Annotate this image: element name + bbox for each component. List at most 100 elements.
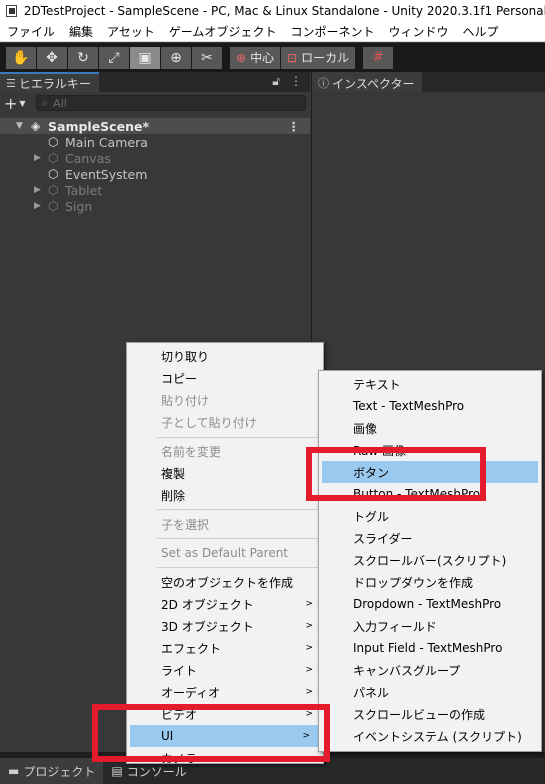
chevron-right-icon: > <box>305 621 313 631</box>
submenu-item-scrollbar[interactable]: スクロールバー(スクリプト) <box>319 549 541 571</box>
scale-tool-icon[interactable]: ⤢ <box>99 46 129 69</box>
submenu-item-text[interactable]: テキスト <box>319 373 541 395</box>
submenu-item-label: スクロールバー(スクリプト) <box>353 553 507 568</box>
submenu-item-panel[interactable]: パネル <box>319 681 541 703</box>
space-label: ローカル <box>301 51 350 65</box>
menu-item-light[interactable]: ライト > <box>127 659 323 681</box>
title-bar: 2DTestProject - SampleScene - PC, Mac & … <box>0 0 545 22</box>
create-button[interactable]: + ▼ <box>4 94 30 113</box>
hierarchy-search-input[interactable]: ⌕ All <box>36 95 306 111</box>
submenu-item-slider[interactable]: スライダー <box>319 527 541 549</box>
scene-row[interactable]: ▼ ◈ SampleScene* ⋮ <box>0 118 310 134</box>
menu-item-cut[interactable]: 切り取り <box>127 345 323 367</box>
pivot-center-button[interactable]: ⊕ 中心 <box>230 46 281 69</box>
context-menu: 切り取り コピー 貼り付け 子として貼り付け 名前を変更 複製 削除 子を選択 … <box>126 342 324 764</box>
menu-item-label: 3D オブジェクト <box>161 619 254 634</box>
pivot-group: ⊕ 中心 ⊡ ローカル <box>230 46 356 69</box>
submenu-item-label: パネル <box>353 685 390 700</box>
menu-item-label: コピー <box>161 371 198 386</box>
menu-separator <box>157 509 319 510</box>
submenu-item-label: ドロップダウンを作成 <box>353 575 474 590</box>
rotate-tool-icon[interactable]: ↻ <box>68 46 98 69</box>
menu-separator <box>157 437 319 438</box>
submenu-item-toggle[interactable]: トグル <box>319 505 541 527</box>
scene-kebab-icon[interactable]: ⋮ <box>288 119 301 134</box>
expand-arrow-icon[interactable]: ▶ <box>34 201 48 211</box>
menu-window[interactable]: ウィンドウ <box>381 23 455 40</box>
submenu-item-canvas-group[interactable]: キャンバスグループ <box>319 659 541 681</box>
hand-tool-icon[interactable]: ✋ <box>6 46 36 69</box>
menu-item-paste[interactable]: 貼り付け <box>127 389 323 411</box>
menu-item-label: エフェクト <box>161 641 222 656</box>
submenu-item-input-field-tmp[interactable]: Input Field - TextMeshPro <box>319 637 541 659</box>
menu-item-label: 2D オブジェクト <box>161 597 254 612</box>
gameobject-icon: ⬡ <box>48 167 59 181</box>
menu-item-paste-as-child[interactable]: 子として貼り付け <box>127 411 323 433</box>
project-tab-label: プロジェクト <box>23 764 96 779</box>
menu-edit[interactable]: 編集 <box>62 23 100 40</box>
submenu-item-dropdown[interactable]: ドロップダウンを作成 <box>319 571 541 593</box>
menu-help[interactable]: ヘルプ <box>455 23 505 40</box>
menu-gameobject[interactable]: ゲームオブジェクト <box>162 23 284 40</box>
submenu-item-input-field[interactable]: 入力フィールド <box>319 615 541 637</box>
menu-item-label: 子として貼り付け <box>161 415 257 430</box>
menu-item-3d-object[interactable]: 3D オブジェクト > <box>127 615 323 637</box>
rect-tool-icon[interactable]: ▣ <box>130 46 160 69</box>
tree-item-canvas[interactable]: ▶ ⬡ Canvas <box>0 150 310 166</box>
space-local-button[interactable]: ⊡ ローカル <box>281 46 356 69</box>
grid-snap-icon[interactable]: # <box>363 46 394 69</box>
tab-hierarchy[interactable]: ☰ ヒエラルキー <box>0 72 99 92</box>
submenu-item-label: 画像 <box>353 421 378 436</box>
transform-tool-icon[interactable]: ⊕ <box>161 46 191 69</box>
expand-arrow-icon[interactable]: ▶ <box>34 153 48 163</box>
scene-name: SampleScene* <box>48 118 149 134</box>
gameobject-icon: ⬡ <box>48 151 59 165</box>
menu-item-label: Set as Default Parent <box>161 546 289 560</box>
toolbar: ✋ ✥ ↻ ⤢ ▣ ⊕ ✂ ⊕ 中心 ⊡ ローカル # <box>0 43 545 72</box>
menu-item-set-default-parent[interactable]: Set as Default Parent <box>127 542 323 564</box>
submenu-item-scroll-view[interactable]: スクロールビューの作成 <box>319 703 541 725</box>
menu-item-label: 切り取り <box>161 349 210 364</box>
tree-item-eventsystem[interactable]: ⬡ EventSystem <box>0 166 310 182</box>
menu-item-create-empty[interactable]: 空のオブジェクトを作成 <box>127 571 323 593</box>
tab-project[interactable]: ▬ プロジェクト <box>0 758 104 784</box>
kebab-menu-icon[interactable]: ⋮ <box>290 74 302 89</box>
tree-item-label: Sign <box>65 198 93 214</box>
submenu-item-label: イベントシステム (スクリプト) <box>353 729 522 744</box>
gameobject-icon: ⬡ <box>48 199 59 213</box>
submenu-item-label: テキスト <box>353 377 401 392</box>
move-tool-icon[interactable]: ✥ <box>37 46 67 69</box>
menu-item-select-children[interactable]: 子を選択 <box>127 513 323 535</box>
menu-item-effects[interactable]: エフェクト > <box>127 637 323 659</box>
menu-item-delete[interactable]: 削除 <box>127 484 323 506</box>
menu-item-rename[interactable]: 名前を変更 <box>127 440 323 462</box>
menu-item-copy[interactable]: コピー <box>127 367 323 389</box>
lock-icon[interactable]: 🔓︎ <box>272 74 280 89</box>
tree-item-label: Tablet <box>65 182 103 198</box>
tab-inspector[interactable]: ⓘ インスペクター <box>312 72 423 92</box>
unity-logo-icon <box>6 5 17 17</box>
chevron-right-icon: > <box>305 665 313 675</box>
menu-item-label: 子を選択 <box>161 517 210 532</box>
tree-item-sign[interactable]: ▶ ⬡ Sign <box>0 198 310 214</box>
submenu-item-dropdown-tmp[interactable]: Dropdown - TextMeshPro <box>319 593 541 615</box>
scene-icon: ◈ <box>31 119 41 133</box>
tree-item-label: Canvas <box>65 150 111 166</box>
menu-item-duplicate[interactable]: 複製 <box>127 462 323 484</box>
submenu-item-label: スライダー <box>353 531 413 546</box>
submenu-item-image[interactable]: 画像 <box>319 417 541 439</box>
submenu-item-label: Text - TextMeshPro <box>353 399 465 413</box>
menu-item-audio[interactable]: オーディオ > <box>127 681 323 703</box>
submenu-item-event-system[interactable]: イベントシステム (スクリプト) <box>319 725 541 747</box>
menu-assets[interactable]: アセット <box>100 23 162 40</box>
submenu-item-text-tmp[interactable]: Text - TextMeshPro <box>319 395 541 417</box>
tree-item-tablet[interactable]: ▶ ⬡ Tablet <box>0 182 310 198</box>
chevron-down-icon: ▼ <box>19 98 26 108</box>
tree-item-main-camera[interactable]: ⬡ Main Camera <box>0 134 310 150</box>
menu-file[interactable]: ファイル <box>0 23 62 40</box>
menu-item-2d-object[interactable]: 2D オブジェクト > <box>127 593 323 615</box>
tree-item-label: EventSystem <box>65 166 148 182</box>
custom-tool-icon[interactable]: ✂ <box>192 46 222 69</box>
menu-component[interactable]: コンポーネント <box>283 23 381 40</box>
expand-arrow-icon[interactable]: ▶ <box>34 185 48 195</box>
